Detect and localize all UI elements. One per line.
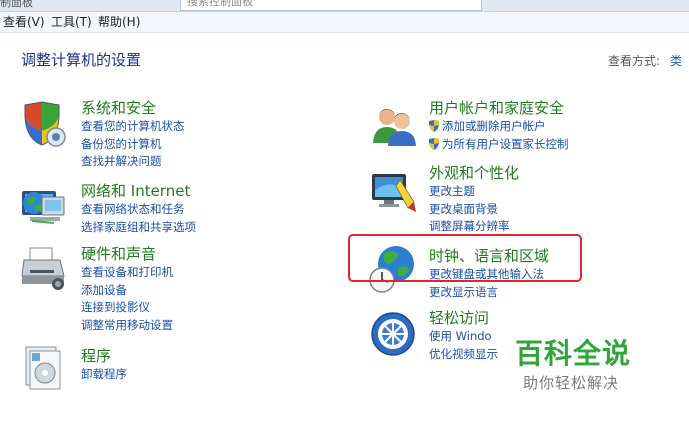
category-title-programs[interactable]: 程序: [81, 346, 127, 366]
link-devices-printers[interactable]: 查看设备和打印机: [81, 264, 173, 282]
link-view-network-status[interactable]: 查看网络状态和任务: [81, 201, 196, 219]
programs-icon[interactable]: [22, 345, 66, 391]
view-by-dropdown[interactable]: 类: [670, 52, 682, 69]
link-add-remove-accounts[interactable]: 添加或删除用户帐户: [429, 118, 569, 136]
link-parental-controls-text: 为所有用户设置家长控制: [442, 136, 569, 151]
link-change-theme[interactable]: 更改主题: [429, 183, 519, 201]
category-hardware-sound: 硬件和声音 查看设备和打印机 添加设备 连接到投影仪 调整常用移动设置: [81, 244, 173, 334]
system-security-icon[interactable]: [20, 101, 66, 147]
link-use-windows-suggestions[interactable]: 使用 Windo: [429, 328, 498, 346]
watermark: 百科全说 助你轻松解决: [505, 328, 665, 400]
link-adjust-resolution[interactable]: 调整屏幕分辨率: [429, 218, 519, 236]
link-mobility-settings[interactable]: 调整常用移动设置: [81, 317, 173, 335]
page-title: 调整计算机的设置: [21, 51, 142, 69]
category-title-network[interactable]: 网络和 Internet: [81, 181, 196, 201]
appearance-icon[interactable]: [370, 168, 418, 214]
category-title-ease-of-access[interactable]: 轻松访问: [429, 308, 498, 328]
link-change-display-language[interactable]: 更改显示语言: [429, 284, 549, 302]
ease-of-access-icon[interactable]: [370, 311, 416, 357]
search-input[interactable]: 搜索控制面板: [180, 0, 482, 11]
category-user-accounts: 用户帐户和家庭安全 添加或删除用户帐户 为所有用户设置家长控制: [429, 98, 569, 153]
address-bar-strip: 制面板 搜索控制面板: [0, 0, 689, 12]
menu-help[interactable]: 帮助(H): [98, 13, 140, 30]
link-troubleshoot[interactable]: 查找并解决问题: [81, 153, 185, 171]
category-programs: 程序 卸载程序: [81, 346, 127, 384]
menu-view[interactable]: 查看(V): [3, 13, 45, 30]
menu-bar: 查看(V) 工具(T) 帮助(H): [0, 12, 689, 33]
menu-tools[interactable]: 工具(T): [51, 13, 92, 30]
view-by-label: 查看方式:: [608, 54, 661, 68]
link-connect-projector[interactable]: 连接到投影仪: [81, 299, 173, 317]
link-view-computer-status[interactable]: 查看您的计算机状态: [81, 118, 185, 136]
link-uninstall-program[interactable]: 卸载程序: [81, 366, 127, 384]
search-placeholder: 搜索控制面板: [187, 0, 253, 8]
network-icon[interactable]: [20, 183, 68, 227]
category-title-appearance[interactable]: 外观和个性化: [429, 163, 519, 183]
highlight-box: [348, 234, 582, 282]
category-title-system-security[interactable]: 系统和安全: [81, 98, 185, 118]
link-change-desktop-background[interactable]: 更改桌面背景: [429, 201, 519, 219]
watermark-subtitle: 助你轻松解决: [523, 374, 620, 392]
address-bar-text[interactable]: 制面板: [0, 0, 33, 10]
category-appearance: 外观和个性化 更改主题 更改桌面背景 调整屏幕分辨率: [429, 163, 519, 236]
link-add-remove-accounts-text: 添加或删除用户帐户: [442, 119, 546, 133]
watermark-title: 百科全说: [515, 337, 632, 370]
link-optimize-visual-display[interactable]: 优化视频显示: [429, 346, 498, 364]
category-ease-of-access: 轻松访问 使用 Windo 优化视频显示: [429, 308, 498, 363]
uac-shield-icon: [429, 120, 439, 132]
category-network: 网络和 Internet 查看网络状态和任务 选择家庭组和共享选项: [81, 181, 196, 236]
category-system-security: 系统和安全 查看您的计算机状态 备份您的计算机 查找并解决问题: [81, 98, 185, 171]
link-add-device[interactable]: 添加设备: [81, 282, 173, 300]
link-parental-controls[interactable]: 为所有用户设置家长控制: [429, 136, 569, 154]
category-title-hardware-sound[interactable]: 硬件和声音: [81, 244, 173, 264]
link-homegroup-sharing[interactable]: 选择家庭组和共享选项: [81, 219, 196, 237]
link-backup-computer[interactable]: 备份您的计算机: [81, 136, 185, 154]
user-accounts-icon[interactable]: [370, 103, 418, 147]
uac-shield-icon: [429, 137, 439, 150]
printer-icon[interactable]: [20, 246, 68, 292]
category-title-user-accounts[interactable]: 用户帐户和家庭安全: [429, 98, 569, 118]
